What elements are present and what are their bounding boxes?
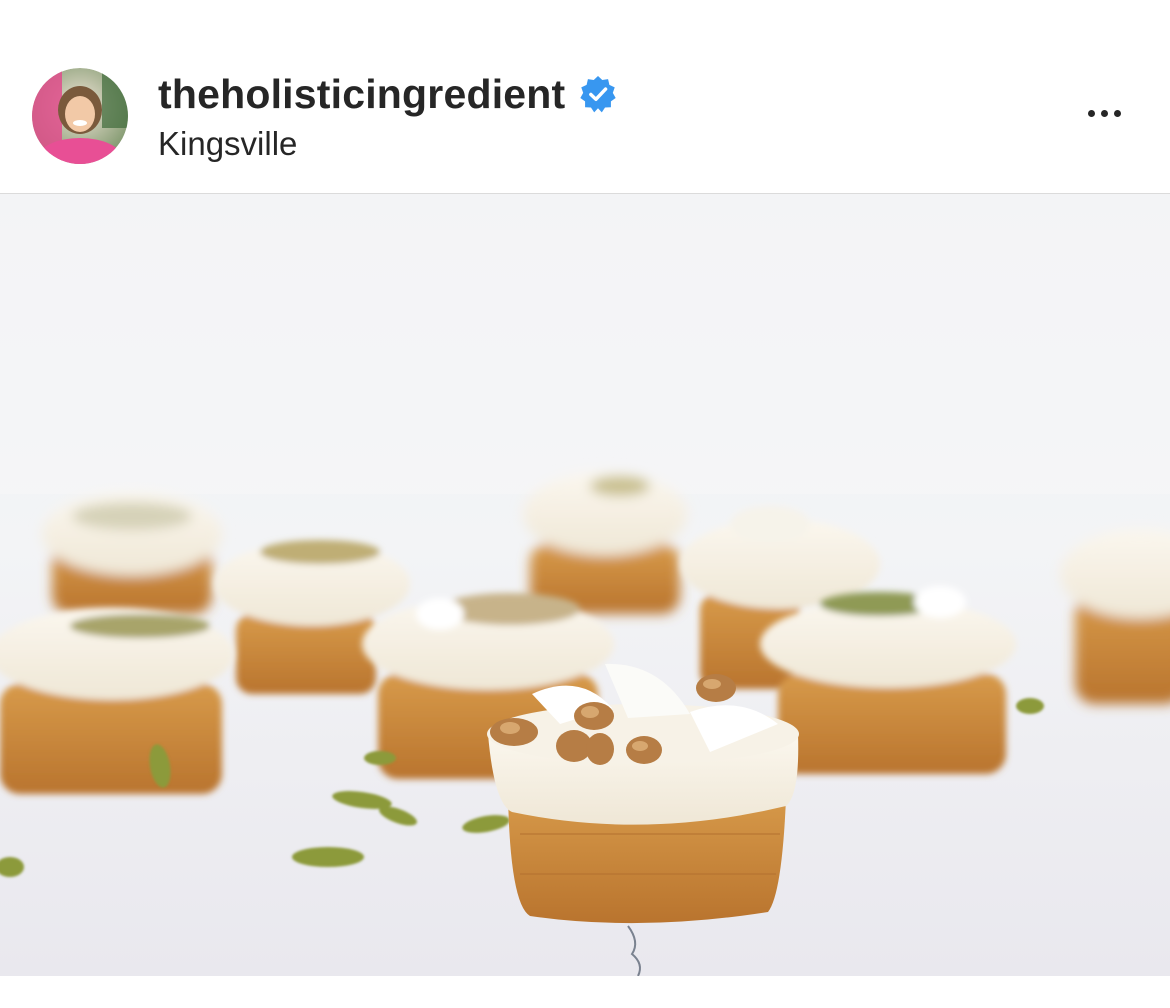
more-options-icon-dot [1100,109,1108,117]
header-text: theholisticingredient Kingsville [158,70,617,164]
instagram-post: theholisticingredient Kingsville [0,0,1170,1008]
username-link[interactable]: theholisticingredient [158,70,565,118]
cupcake-near-right [760,586,1016,774]
more-options-button[interactable] [1072,96,1136,130]
cupcake-near-left [0,608,234,794]
post-header: theholisticingredient Kingsville [0,0,1170,194]
more-options-icon [1087,109,1095,117]
verified-badge-icon [579,75,617,113]
post-footer [0,976,1170,1008]
username-row: theholisticingredient [158,70,617,118]
more-options-icon-dot [1113,109,1121,117]
cupcake-far-right [1060,529,1170,704]
location-link[interactable]: Kingsville [158,124,617,164]
post-photo[interactable] [0,194,1170,976]
profile-avatar[interactable] [32,68,128,164]
cupcake-far-left [42,492,222,614]
cupcake-far-center [523,472,687,614]
